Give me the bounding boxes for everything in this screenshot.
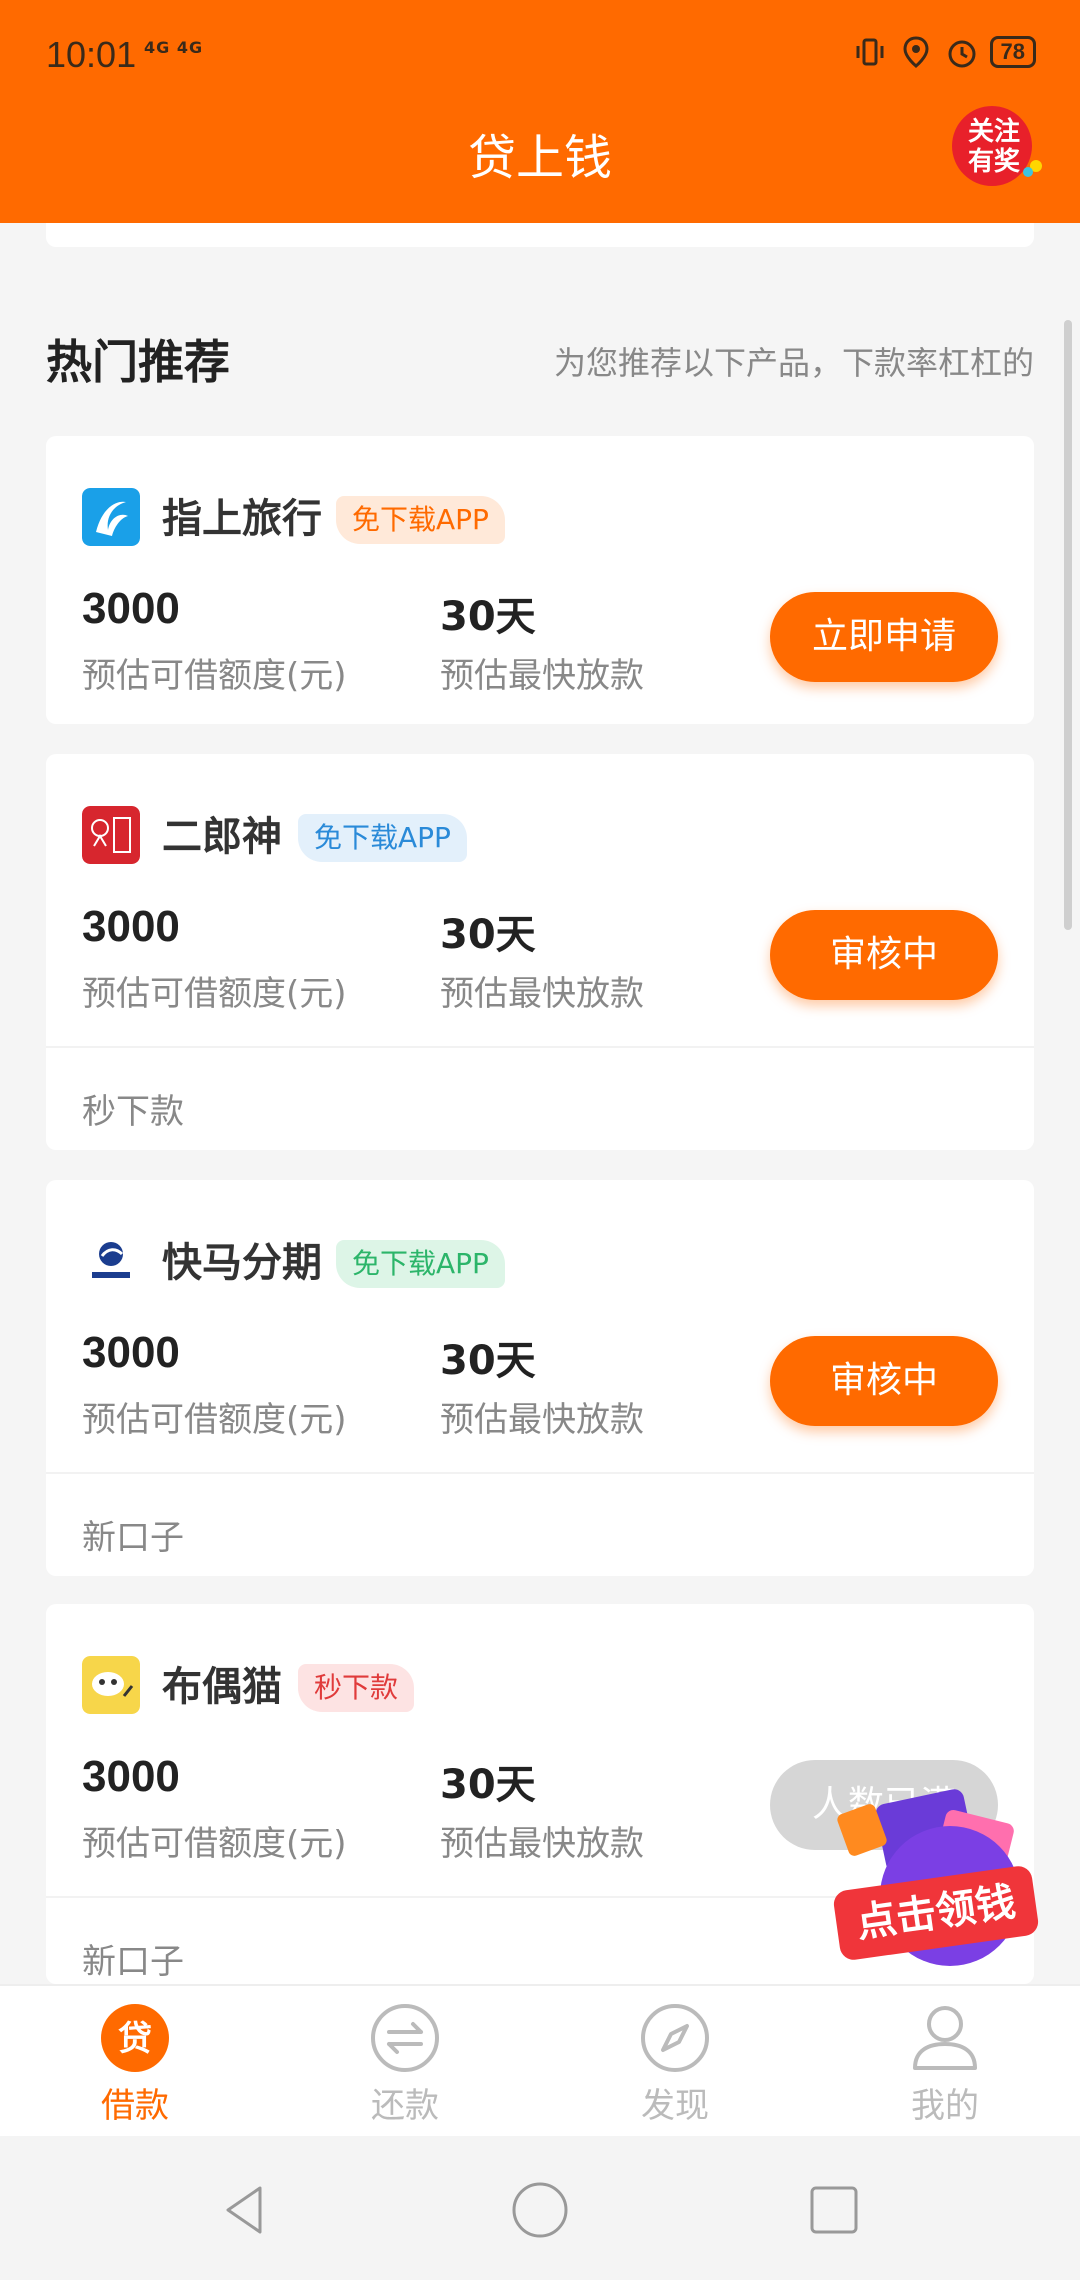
product-name: 布偶猫 [162, 1664, 282, 1710]
page-title: 贷上钱 [467, 130, 612, 186]
bottom-nav: 贷 借款 还款 发现 我的 [0, 1984, 1080, 2136]
back-icon[interactable] [216, 2180, 276, 2240]
product-note: 新口子 [82, 1942, 184, 1982]
divider [46, 1472, 1034, 1474]
product-card[interactable]: 指上旅行 免下载APP 3000 预估可借额度(元) 30天 预估最快放款 立即… [46, 436, 1034, 724]
nav-item-profile[interactable]: 我的 [810, 1986, 1080, 2138]
nav-label: 发现 [641, 2086, 709, 2126]
scrollbar[interactable] [1064, 320, 1072, 930]
loan-amount-label: 预估可借额度(元) [82, 1824, 347, 1864]
product-tag: 免下载APP [298, 814, 467, 862]
status-bar: 10:01 4G 4G 78 [46, 34, 1036, 80]
loan-amount-label: 预估可借额度(元) [82, 656, 347, 696]
loan-days-label: 预估最快放款 [440, 656, 644, 696]
product-note: 秒下款 [82, 1092, 184, 1132]
product-card[interactable]: 快马分期 免下载APP 3000 预估可借额度(元) 30天 预估最快放款 审核… [46, 1180, 1034, 1576]
buoumao-logo-icon [82, 1656, 140, 1714]
svg-text:关注: 关注 [968, 116, 1020, 147]
nav-label: 还款 [371, 2086, 439, 2126]
compass-icon [641, 2004, 709, 2072]
section-subtitle: 为您推荐以下产品，下款率杠杠的 [553, 344, 1034, 382]
loan-amount: 3000 [82, 1752, 180, 1801]
home-icon[interactable] [510, 2180, 570, 2240]
product-card[interactable]: 二郎神 免下载APP 3000 预估可借额度(元) 30天 预估最快放款 审核中… [46, 754, 1034, 1150]
zhishang-logo-icon [82, 488, 140, 546]
loan-amount-label: 预估可借额度(元) [82, 1400, 347, 1440]
loan-icon: 贷 [101, 2004, 169, 2072]
repay-icon [371, 2004, 439, 2072]
vibrate-icon [856, 38, 884, 66]
product-name: 指上旅行 [162, 496, 322, 542]
loan-days-label: 预估最快放款 [440, 974, 644, 1014]
top-card-remnant [46, 223, 1034, 247]
alarm-icon [948, 40, 976, 68]
nav-item-repay[interactable]: 还款 [270, 1986, 540, 2138]
battery-indicator: 78 [989, 36, 1036, 68]
loan-days: 30天 [440, 1338, 536, 1384]
loan-amount: 3000 [82, 902, 180, 951]
app-header: 10:01 4G 4G 78 贷上钱 关注 有奖 [0, 0, 1080, 223]
location-icon [903, 36, 929, 68]
loan-amount-label: 预估可借额度(元) [82, 974, 347, 1014]
loan-days-label: 预估最快放款 [440, 1400, 644, 1440]
nav-label: 我的 [911, 2086, 979, 2126]
product-note: 新口子 [82, 1518, 184, 1558]
svg-text:贷: 贷 [118, 2019, 152, 2059]
apply-button[interactable]: 立即申请 [770, 592, 998, 682]
nav-label: 借款 [101, 2086, 169, 2126]
product-tag: 秒下款 [298, 1664, 415, 1712]
status-icons: 78 [852, 34, 1036, 70]
claim-money-promo[interactable]: 点击领钱 [830, 1786, 1050, 1976]
loan-amount: 3000 [82, 1328, 180, 1377]
product-name: 快马分期 [162, 1240, 322, 1286]
kuaima-logo-icon [82, 1232, 140, 1290]
product-tag: 免下载APP [336, 1240, 505, 1288]
svg-text:有奖: 有奖 [968, 146, 1021, 177]
review-button[interactable]: 审核中 [770, 1336, 998, 1426]
product-name: 二郎神 [162, 814, 282, 860]
loan-days: 30天 [440, 1762, 536, 1808]
status-time: 10:01 [46, 34, 137, 75]
loan-days-label: 预估最快放款 [440, 1824, 644, 1864]
recents-icon[interactable] [804, 2180, 864, 2240]
loan-days: 30天 [440, 912, 536, 958]
erlangshen-logo-icon [82, 806, 140, 864]
section-title: 热门推荐 [46, 335, 230, 389]
review-button[interactable]: 审核中 [770, 910, 998, 1000]
nav-item-discover[interactable]: 发现 [540, 1986, 810, 2138]
follow-reward-badge[interactable]: 关注 有奖 [948, 100, 1048, 190]
nav-item-loan[interactable]: 贷 借款 [0, 1986, 270, 2138]
profile-icon [913, 2006, 977, 2070]
loan-amount: 3000 [82, 584, 180, 633]
product-tag: 免下载APP [336, 496, 505, 544]
divider [46, 1046, 1034, 1048]
network-indicator: 4G 4G [144, 38, 204, 57]
loan-days: 30天 [440, 594, 536, 640]
system-nav-bar [0, 2136, 1080, 2280]
